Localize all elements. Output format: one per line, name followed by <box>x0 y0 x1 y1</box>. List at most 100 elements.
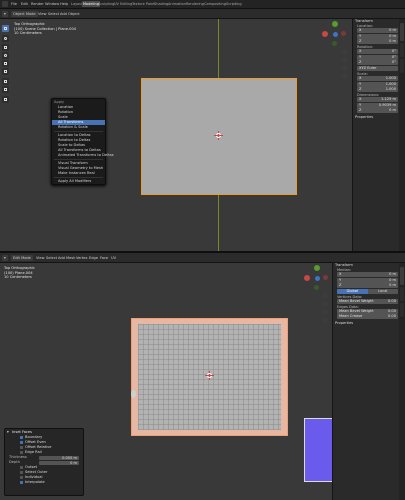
rotation-y-field[interactable]: Y 0° <box>357 54 398 60</box>
sidebar-tab-tool[interactable] <box>400 287 404 301</box>
option-interpolate[interactable]: Interpolate <box>5 480 83 485</box>
menu-edit[interactable]: Edit <box>21 2 28 7</box>
header-menu-add[interactable]: Add <box>58 255 65 261</box>
location-z-field[interactable]: Z0 m <box>357 39 398 45</box>
gizmo-z-axis-icon[interactable] <box>333 32 338 37</box>
menu-item-animated-transforms-to-deltas[interactable]: Animated Transforms to Deltas <box>52 153 114 158</box>
workspace-tab-rendering[interactable]: Rendering <box>185 1 205 7</box>
ortho-grid-icon[interactable] <box>322 317 328 323</box>
scale-x-field[interactable]: X 1.000 <box>357 75 398 81</box>
median-z-field[interactable]: Z0 m <box>337 283 398 289</box>
menu-item-rotation-scale[interactable]: Rotation & Scale <box>52 125 105 130</box>
editor-type-button[interactable]: ▾ <box>2 10 8 17</box>
header-menu-add[interactable]: Add <box>60 11 67 17</box>
cursor-tool[interactable] <box>2 35 9 42</box>
checkbox-icon[interactable] <box>20 476 23 479</box>
bottom-viewport[interactable]: Top Orthographic (100) Plane.004 10 Cent… <box>0 263 332 500</box>
transform-tool[interactable] <box>2 68 9 75</box>
rotation-x-field[interactable]: X 0° <box>357 49 398 55</box>
local-button[interactable]: Local <box>367 289 398 295</box>
checkbox-icon[interactable] <box>20 446 23 449</box>
header-menu-edge[interactable]: Edge <box>89 255 98 261</box>
location-x-field[interactable]: X0 m <box>357 28 398 33</box>
editor-type-button[interactable]: ▾ <box>2 254 8 261</box>
sidebar-tab-tool[interactable] <box>400 43 404 57</box>
rotation-z-field[interactable]: Z 0° <box>357 60 398 66</box>
move-tool[interactable] <box>2 44 9 51</box>
measure-tool[interactable] <box>2 86 9 93</box>
menu-item-apply-all-modifiers[interactable]: Apply All Modifiers <box>52 179 105 184</box>
thickness-field[interactable]: 0.005 m <box>39 455 79 460</box>
edge-crease-field[interactable]: Mean Crease 0.00 <box>337 314 398 320</box>
location-y-field[interactable]: Y0 m <box>357 33 398 39</box>
navigation-gizmo[interactable] <box>322 21 348 47</box>
mode-selector[interactable]: Object Mode <box>11 10 38 17</box>
camera-view-icon[interactable] <box>322 309 328 315</box>
menu-item-make-instances-real[interactable]: Make Instances Real <box>52 171 105 176</box>
menu-file[interactable]: File <box>11 2 17 7</box>
menu-render[interactable]: Render <box>31 2 44 7</box>
properties-section-header[interactable]: Properties <box>333 321 400 326</box>
scale-tool[interactable] <box>2 60 9 67</box>
checkbox-icon[interactable] <box>20 466 23 469</box>
properties-section-header[interactable]: Properties <box>353 115 400 120</box>
add-cube-tool[interactable] <box>2 96 9 103</box>
vertex-bevel-weight-field[interactable]: Mean Bevel Weight 0.00 <box>337 299 398 305</box>
gizmo-y-axis-icon[interactable] <box>314 265 320 271</box>
checkbox-checked-icon[interactable] <box>20 481 23 484</box>
header-menu-uv[interactable]: UV <box>111 255 116 261</box>
global-button[interactable]: Global <box>337 289 368 295</box>
pan-hand-icon[interactable] <box>342 57 348 63</box>
sidebar-tab-item[interactable] <box>400 23 404 41</box>
checkbox-icon[interactable] <box>20 471 23 474</box>
scale-z-field[interactable]: Z 1.000 <box>357 87 398 93</box>
dimensions-z-field[interactable]: Z0 m <box>357 108 398 114</box>
select-box-tool[interactable] <box>2 25 9 32</box>
blender-logo-icon[interactable] <box>2 1 8 7</box>
gizmo-z-axis-icon[interactable] <box>315 276 320 281</box>
workspace-tab-compositing[interactable]: Compositing <box>203 1 227 7</box>
dimensions-y-field[interactable]: Y 0.9039 m <box>357 102 398 108</box>
header-menu-select[interactable]: Select <box>46 255 57 261</box>
header-menu-mesh[interactable]: Mesh <box>66 255 75 261</box>
sidebar-tab-view[interactable] <box>400 303 404 317</box>
camera-view-icon[interactable] <box>342 65 348 71</box>
edge-bevel-weight-field[interactable]: Mean Bevel Weight 0.00 <box>337 308 398 314</box>
workspace-tab-animation[interactable]: Animation <box>167 1 187 7</box>
workspace-tab-scripting[interactable]: Scripting <box>225 1 243 7</box>
checkbox-icon[interactable] <box>20 451 23 454</box>
dimensions-x-field[interactable]: X 1.125 m <box>357 96 398 102</box>
median-x-field[interactable]: X0 m <box>337 272 398 277</box>
navigation-gizmo[interactable] <box>304 265 330 291</box>
annotate-tool[interactable] <box>2 78 9 85</box>
header-menu-select[interactable]: Select <box>48 11 59 17</box>
top-viewport[interactable]: Top Orthographic (100) Scene Collection … <box>0 19 352 251</box>
menu-window[interactable]: Window <box>45 2 59 7</box>
zoom-icon[interactable] <box>342 49 348 55</box>
depth-field[interactable]: 0 m <box>39 460 79 465</box>
header-menu-view[interactable]: View <box>38 11 47 17</box>
median-y-field[interactable]: Y0 m <box>337 277 398 283</box>
workspace-tab-texture-paint[interactable]: Texture Paint <box>131 1 156 7</box>
zoom-icon[interactable] <box>322 293 328 299</box>
gizmo-x-axis-icon[interactable] <box>322 31 328 37</box>
checkbox-checked-icon[interactable] <box>20 436 23 439</box>
pan-hand-icon[interactable] <box>322 301 328 307</box>
mode-selector[interactable]: Edit Mode <box>11 254 33 261</box>
header-menu-view[interactable]: View <box>36 255 45 261</box>
header-menu-face[interactable]: Face <box>100 255 108 261</box>
checkbox-checked-icon[interactable] <box>20 441 23 444</box>
sidebar-tab-item[interactable] <box>400 267 404 285</box>
edge-handle[interactable] <box>131 390 136 398</box>
header-menu-vertex[interactable]: Vertex <box>76 255 88 261</box>
gizmo-y-axis-icon[interactable] <box>332 21 338 27</box>
rotation-mode-dropdown[interactable]: XYZ Euler <box>357 66 398 72</box>
sidebar-tab-view[interactable] <box>400 59 404 73</box>
ortho-grid-icon[interactable] <box>342 73 348 79</box>
gizmo-x-axis-icon[interactable] <box>304 275 310 281</box>
scale-y-field[interactable]: Y 1.000 <box>357 81 398 87</box>
3d-cursor-icon[interactable] <box>214 131 223 140</box>
header-menu-object[interactable]: Object <box>68 11 80 17</box>
rotate-tool[interactable] <box>2 52 9 59</box>
menu-help[interactable]: Help <box>60 2 68 7</box>
